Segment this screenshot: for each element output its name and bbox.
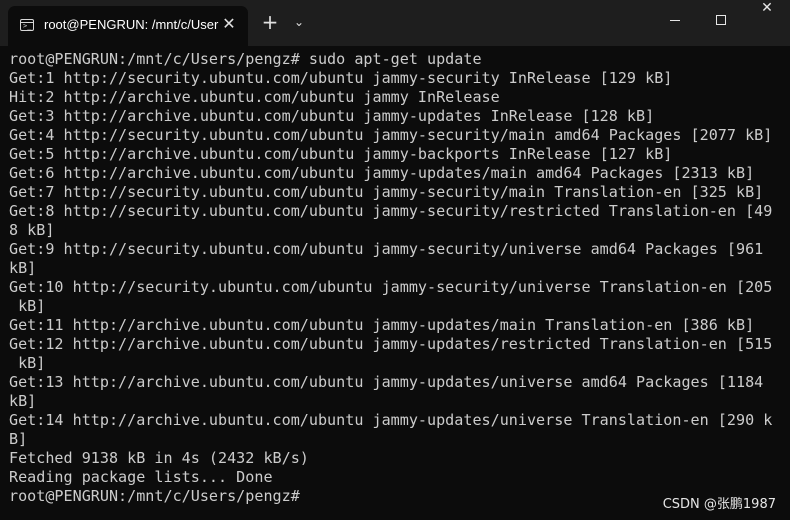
terminal-line: Get:7 http://security.ubuntu.com/ubuntu …	[9, 183, 764, 201]
terminal-line: kB]	[9, 392, 37, 410]
new-tab-button[interactable]: +	[258, 11, 282, 33]
terminal-icon: >_	[20, 19, 34, 31]
tab-title: root@PENGRUN: /mnt/c/User	[44, 17, 219, 32]
terminal-line: Fetched 9138 kB in 4s (2432 kB/s)	[9, 449, 309, 467]
terminal-line: Get:13 http://archive.ubuntu.com/ubuntu …	[9, 373, 764, 391]
terminal-line: 8 kB]	[9, 221, 55, 239]
close-icon: ✕	[761, 0, 773, 16]
tab-dropdown-chevron-icon[interactable]: ⌄	[288, 11, 310, 33]
close-window-button[interactable]: ✕	[744, 0, 790, 40]
terminal-line: kB]	[9, 354, 46, 372]
terminal-line: Get:1 http://security.ubuntu.com/ubuntu …	[9, 69, 673, 87]
terminal-line: Get:5 http://archive.ubuntu.com/ubuntu j…	[9, 145, 673, 163]
terminal-icon-glyph: >_	[23, 22, 32, 30]
terminal-line: Get:14 http://archive.ubuntu.com/ubuntu …	[9, 411, 773, 429]
terminal-line: kB]	[9, 297, 46, 315]
terminal-line: Get:12 http://archive.ubuntu.com/ubuntu …	[9, 335, 773, 353]
terminal-line: Get:11 http://archive.ubuntu.com/ubuntu …	[9, 316, 755, 334]
terminal-line: Get:9 http://security.ubuntu.com/ubuntu …	[9, 240, 764, 258]
terminal-line: Get:4 http://security.ubuntu.com/ubuntu …	[9, 126, 773, 144]
terminal-line: Get:6 http://archive.ubuntu.com/ubuntu j…	[9, 164, 755, 182]
maximize-icon	[716, 15, 726, 25]
minimize-icon	[670, 20, 680, 21]
terminal-line: Hit:2 http://archive.ubuntu.com/ubuntu j…	[9, 88, 500, 106]
terminal-line: Reading package lists... Done	[9, 468, 273, 486]
terminal-line: Get:10 http://security.ubuntu.com/ubuntu…	[9, 278, 773, 296]
tab-active[interactable]: >_ root@PENGRUN: /mnt/c/User ✕	[8, 6, 248, 46]
terminal-window: >_ root@PENGRUN: /mnt/c/User ✕ + ⌄ ✕ roo…	[0, 0, 790, 520]
title-bar: >_ root@PENGRUN: /mnt/c/User ✕ + ⌄ ✕	[0, 0, 790, 46]
watermark: CSDN @张鹏1987	[662, 497, 776, 512]
terminal-line: Get:3 http://archive.ubuntu.com/ubuntu j…	[9, 107, 655, 125]
terminal-line: kB]	[9, 259, 37, 277]
tab-close-icon[interactable]: ✕	[220, 15, 238, 33]
terminal-line: Get:8 http://security.ubuntu.com/ubuntu …	[9, 202, 773, 220]
terminal-line: root@PENGRUN:/mnt/c/Users/pengz# sudo ap…	[9, 50, 482, 68]
terminal-output[interactable]: root@PENGRUN:/mnt/c/Users/pengz# sudo ap…	[9, 50, 784, 510]
terminal-line: B]	[9, 430, 28, 448]
minimize-button[interactable]	[652, 0, 698, 40]
maximize-button[interactable]	[698, 0, 744, 40]
